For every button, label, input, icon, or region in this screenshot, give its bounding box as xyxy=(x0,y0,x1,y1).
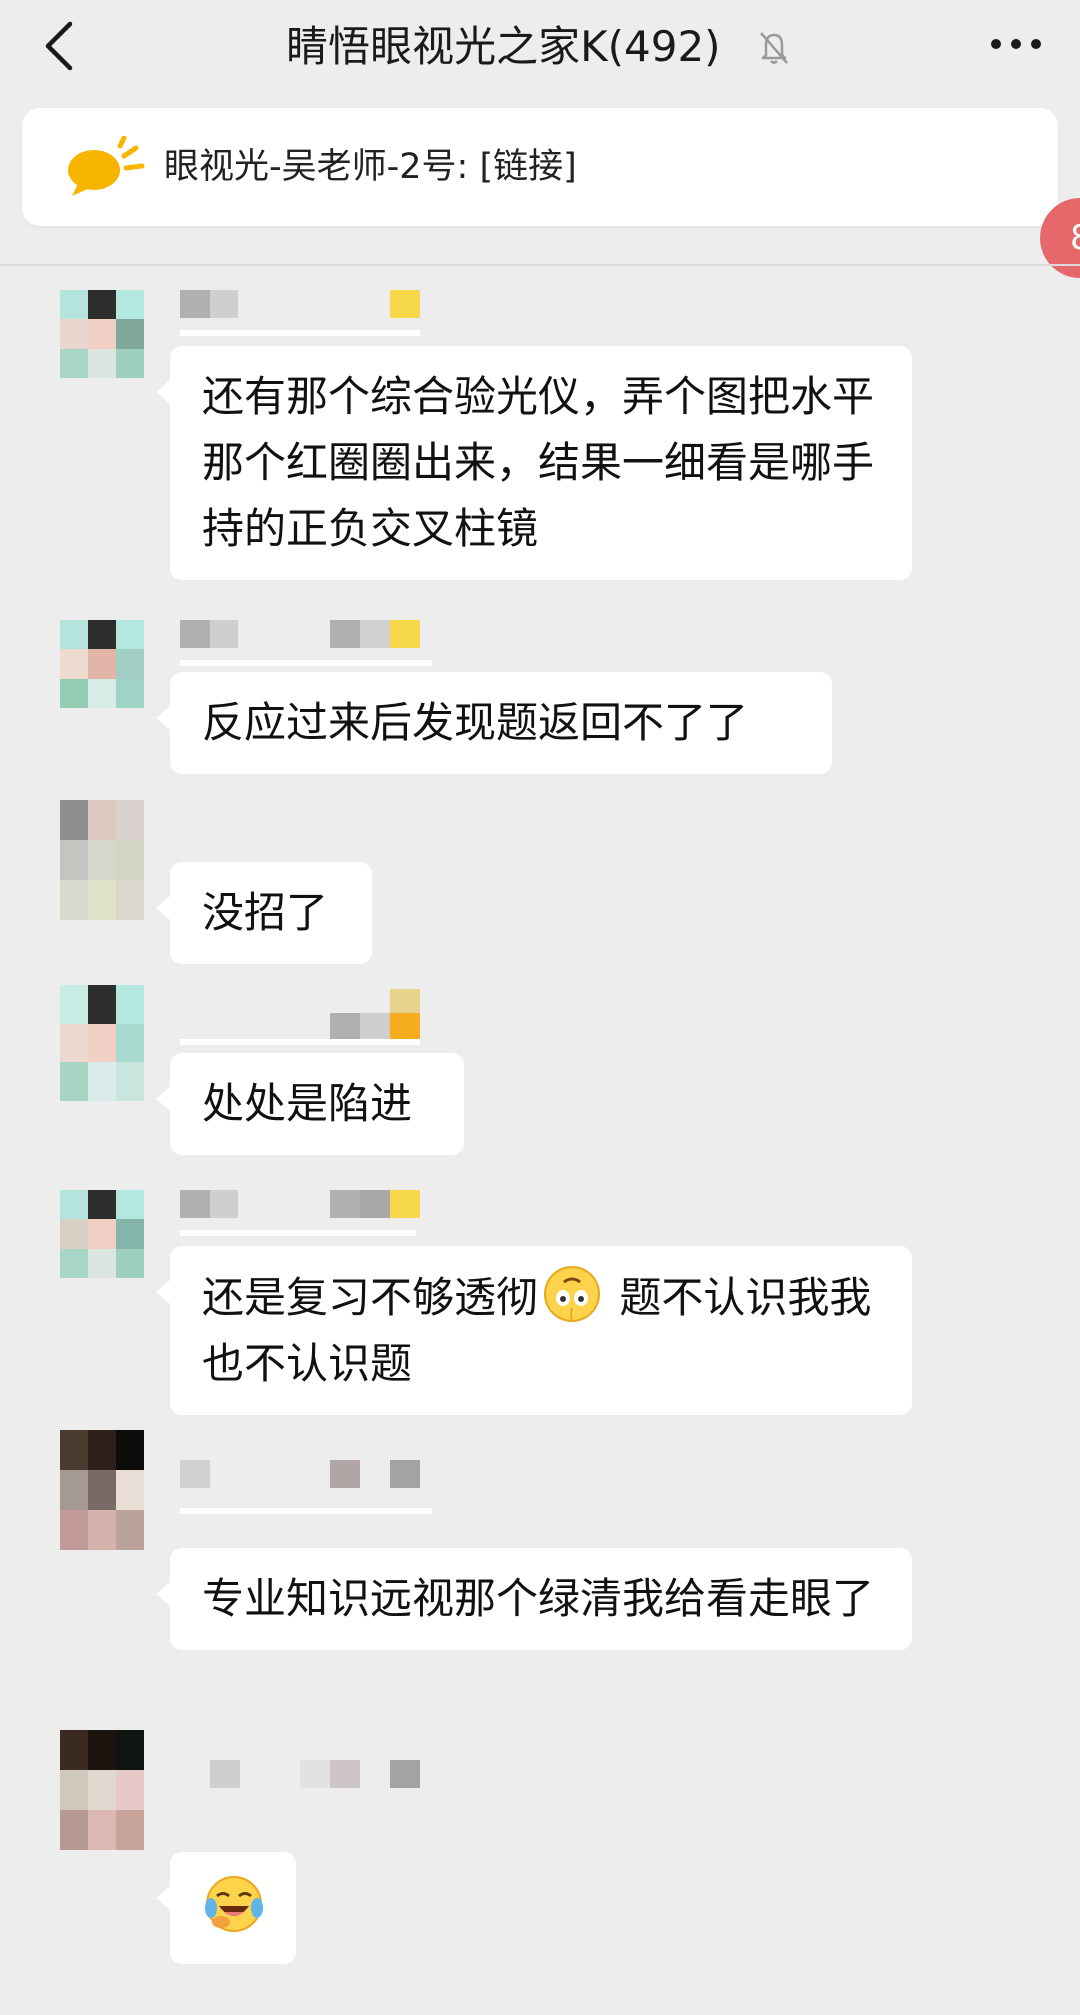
message-bubble[interactable]: 还有那个综合验光仪，弄个图把水平那个红圈圈出来，结果一细看是哪手持的正负交叉柱镜 xyxy=(156,346,912,580)
avatar[interactable] xyxy=(60,1730,144,1850)
pinned-notice[interactable]: 眼视光-吴老师-2号: [链接] xyxy=(22,108,1058,226)
crying-laughing-emoji xyxy=(205,1876,263,1932)
announcement-icon xyxy=(68,136,145,196)
message-bubble[interactable]: 还是复习不够透彻 题不认识我我也不认识题 xyxy=(156,1246,912,1415)
avatar[interactable] xyxy=(60,290,144,378)
avatar[interactable] xyxy=(60,1430,144,1550)
sender-name-redacted xyxy=(180,620,440,672)
sender-name-redacted xyxy=(180,989,440,1045)
avatar[interactable] xyxy=(60,1190,144,1278)
divider xyxy=(0,264,1080,266)
message-text: 专业知识远视那个绿清我给看走眼了 xyxy=(202,1574,875,1623)
message-text: 处处是陷进 xyxy=(202,1079,413,1128)
top-bar: 睛悟眼视光之家K(492) xyxy=(0,0,1080,88)
pinned-notice-text: 眼视光-吴老师-2号: [链接] xyxy=(164,147,577,187)
message-bubble[interactable]: 没招了 xyxy=(156,862,372,964)
message-text: 还有那个综合验光仪，弄个图把水平那个红圈圈出来，结果一细看是哪手持的正负交叉柱镜 xyxy=(202,372,875,553)
sender-name-redacted xyxy=(180,1190,440,1242)
chat-title-row: 睛悟眼视光之家K(492) xyxy=(0,14,1080,74)
sender-name-redacted xyxy=(180,1760,440,1812)
message-text: 没招了 xyxy=(202,888,329,937)
message-bubble[interactable]: 专业知识远视那个绿清我给看走眼了 xyxy=(156,1548,912,1650)
more-options-icon[interactable] xyxy=(990,36,1042,52)
message-text: 反应过来后发现题返回不了了 xyxy=(202,698,749,747)
message-bubble[interactable]: 反应过来后发现题返回不了了 xyxy=(156,672,832,774)
message-bubble[interactable] xyxy=(156,1852,296,1964)
avatar[interactable] xyxy=(60,620,144,708)
message-text-before: 还是复习不够透彻 xyxy=(202,1273,539,1322)
muted-bell-icon xyxy=(759,31,788,64)
sender-name-redacted xyxy=(180,290,440,342)
avatar[interactable] xyxy=(60,800,144,920)
message-bubble[interactable]: 处处是陷进 xyxy=(156,1053,464,1155)
avatar[interactable] xyxy=(60,985,144,1101)
sender-name-redacted xyxy=(180,1460,440,1514)
chat-title: 睛悟眼视光之家K(492) xyxy=(286,21,721,71)
upside-down-smile-emoji xyxy=(544,1266,601,1322)
